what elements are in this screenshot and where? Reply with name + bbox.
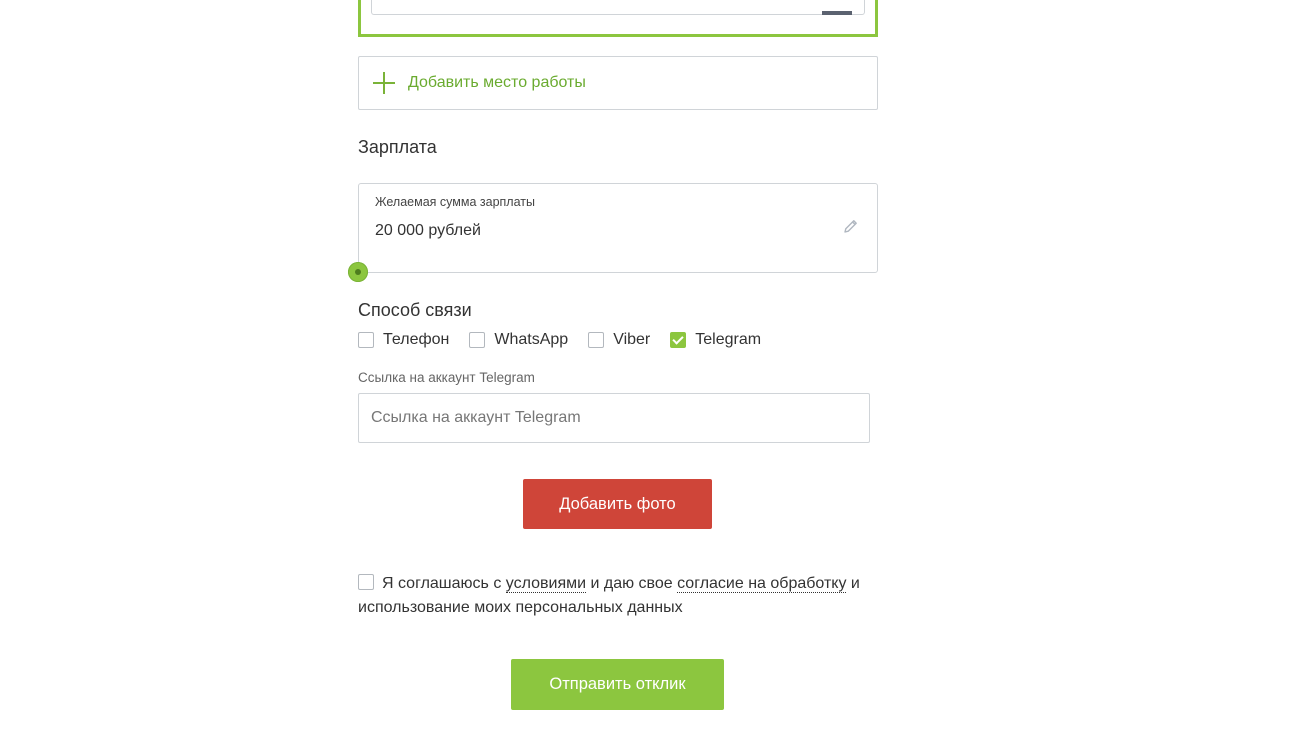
contact-option-viber[interactable]: Viber [588,331,650,349]
agreement-text: Я соглашаюсь с [382,575,506,592]
checkbox[interactable] [358,332,374,348]
contact-option-label: Телефон [383,331,450,348]
contact-option-label: Viber [613,331,651,348]
add-photo-button[interactable]: Добавить фото [523,479,712,529]
contact-option-label: Telegram [695,331,762,348]
add-workplace-button[interactable]: Добавить место работы [358,56,878,110]
salary-field-label: Желаемая сумма зарплаты [375,195,535,209]
agreement: Я соглашаюсь с условиями и даю свое согл… [358,572,878,620]
submit-response-button[interactable]: Отправить отклик [511,659,724,710]
salary-value: 20 000 рублей [375,222,481,239]
work-experience-card [358,0,878,37]
contact-option-whatsapp[interactable]: WhatsApp [469,331,568,349]
salary-section-title: Зарплата [358,137,437,157]
contact-section-title: Способ связи [358,300,472,320]
contact-method-group: Телефон WhatsApp Viber Telegram [358,331,781,349]
pencil-icon[interactable] [843,218,859,234]
telegram-field-caption: Ссылка на аккаунт Telegram [358,370,535,385]
salary-slider-handle[interactable] [348,262,368,282]
checkbox-checked[interactable] [670,332,687,348]
consent-link[interactable]: согласие на обработку [677,575,847,593]
work-field[interactable] [371,0,865,15]
agreement-checkbox[interactable] [358,574,374,590]
contact-option-phone[interactable]: Телефон [358,331,449,349]
field-handle [822,11,852,15]
contact-option-label: WhatsApp [494,331,569,348]
salary-field[interactable]: Желаемая сумма зарплаты 20 000 рублей [358,183,878,273]
plus-icon [373,72,395,94]
add-workplace-label: Добавить место работы [408,74,586,91]
agreement-text: и даю свое [586,575,678,592]
telegram-link-input[interactable] [358,393,870,443]
checkbox[interactable] [588,332,605,348]
terms-link[interactable]: условиями [505,575,587,593]
contact-option-telegram[interactable]: Telegram [670,331,761,349]
checkbox[interactable] [469,332,486,348]
